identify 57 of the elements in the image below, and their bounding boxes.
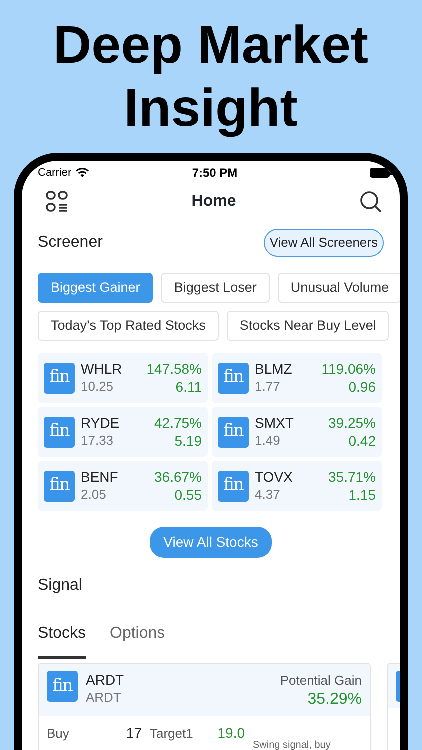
filter-chip[interactable]: Biggest Loser [161,272,270,303]
menu-icon[interactable] [46,191,68,213]
filter-chip[interactable]: Today’s Top Rated Stocks [38,310,219,341]
target-value: 19.0 [218,724,245,742]
page-title: Home [190,192,238,212]
signal-note: Swing signal, buy [253,738,331,750]
tab[interactable]: Options [110,622,166,659]
logo-icon: fin [218,416,249,448]
buy-label: Buy [47,724,70,743]
gain-value: 35.29% [306,690,362,708]
stock-price: 10.25 [81,378,115,396]
stock-symbol: TOVX [255,468,294,486]
change-amount: 0.42 [348,432,376,450]
target-label: Target1 [150,724,194,743]
stock-price: 4.37 [255,486,282,504]
logo-icon: fin [218,362,249,394]
stock-symbol: BLMZ [255,360,294,378]
change-percent: 36.67% [154,468,202,486]
stock-name: ARDT [86,689,122,707]
change-amount: 1.15 [348,486,376,504]
buy-value: 17 [126,724,142,742]
stock-price: 1.49 [255,432,282,450]
filter-chip[interactable]: Stocks Near Buy Level [226,310,390,341]
search-icon[interactable] [360,191,382,213]
stock-symbol: ARDT [86,671,126,689]
change-percent: 39.25% [328,414,376,432]
logo-icon: fin [44,416,75,448]
stock-symbol: WHLR [81,360,124,378]
logo-icon: fin [44,470,75,502]
stock-price: 17.33 [81,432,115,450]
section-title: Signal [38,576,84,596]
stock-price: 2.05 [81,486,108,504]
tab[interactable]: Stocks [38,622,86,659]
stock-symbol: SMXT [255,414,295,432]
stock-symbol: BENF [81,468,120,486]
section-title: Screener [38,232,103,253]
carrier-label: Carrier [38,166,72,181]
change-amount: 6.11 [174,378,202,396]
change-percent: 119.06% [322,360,376,378]
battery-icon [370,168,392,178]
change-percent: 147.58% [146,360,202,378]
view-all-screeners-button[interactable]: View All Screeners [264,229,384,256]
change-amount: 5.19 [174,432,202,450]
filter-chip[interactable]: Unusual Volume [278,272,400,303]
wifi-icon [76,168,89,178]
logo-icon: fin [218,470,249,502]
headline: Deep Market Insight [52,15,370,140]
logo-icon: fin [44,362,75,394]
change-amount: 0.55 [174,486,202,504]
stock-symbol: RYDE [81,414,121,432]
stock-price: 1.77 [255,378,282,396]
change-amount: 0.96 [348,378,376,396]
status-time: 7:50 PM [191,165,239,182]
change-percent: 42.75% [154,414,202,432]
change-percent: 35.71% [328,468,376,486]
gain-label: Potential Gain [280,672,362,690]
logo-icon: fin [47,671,78,702]
